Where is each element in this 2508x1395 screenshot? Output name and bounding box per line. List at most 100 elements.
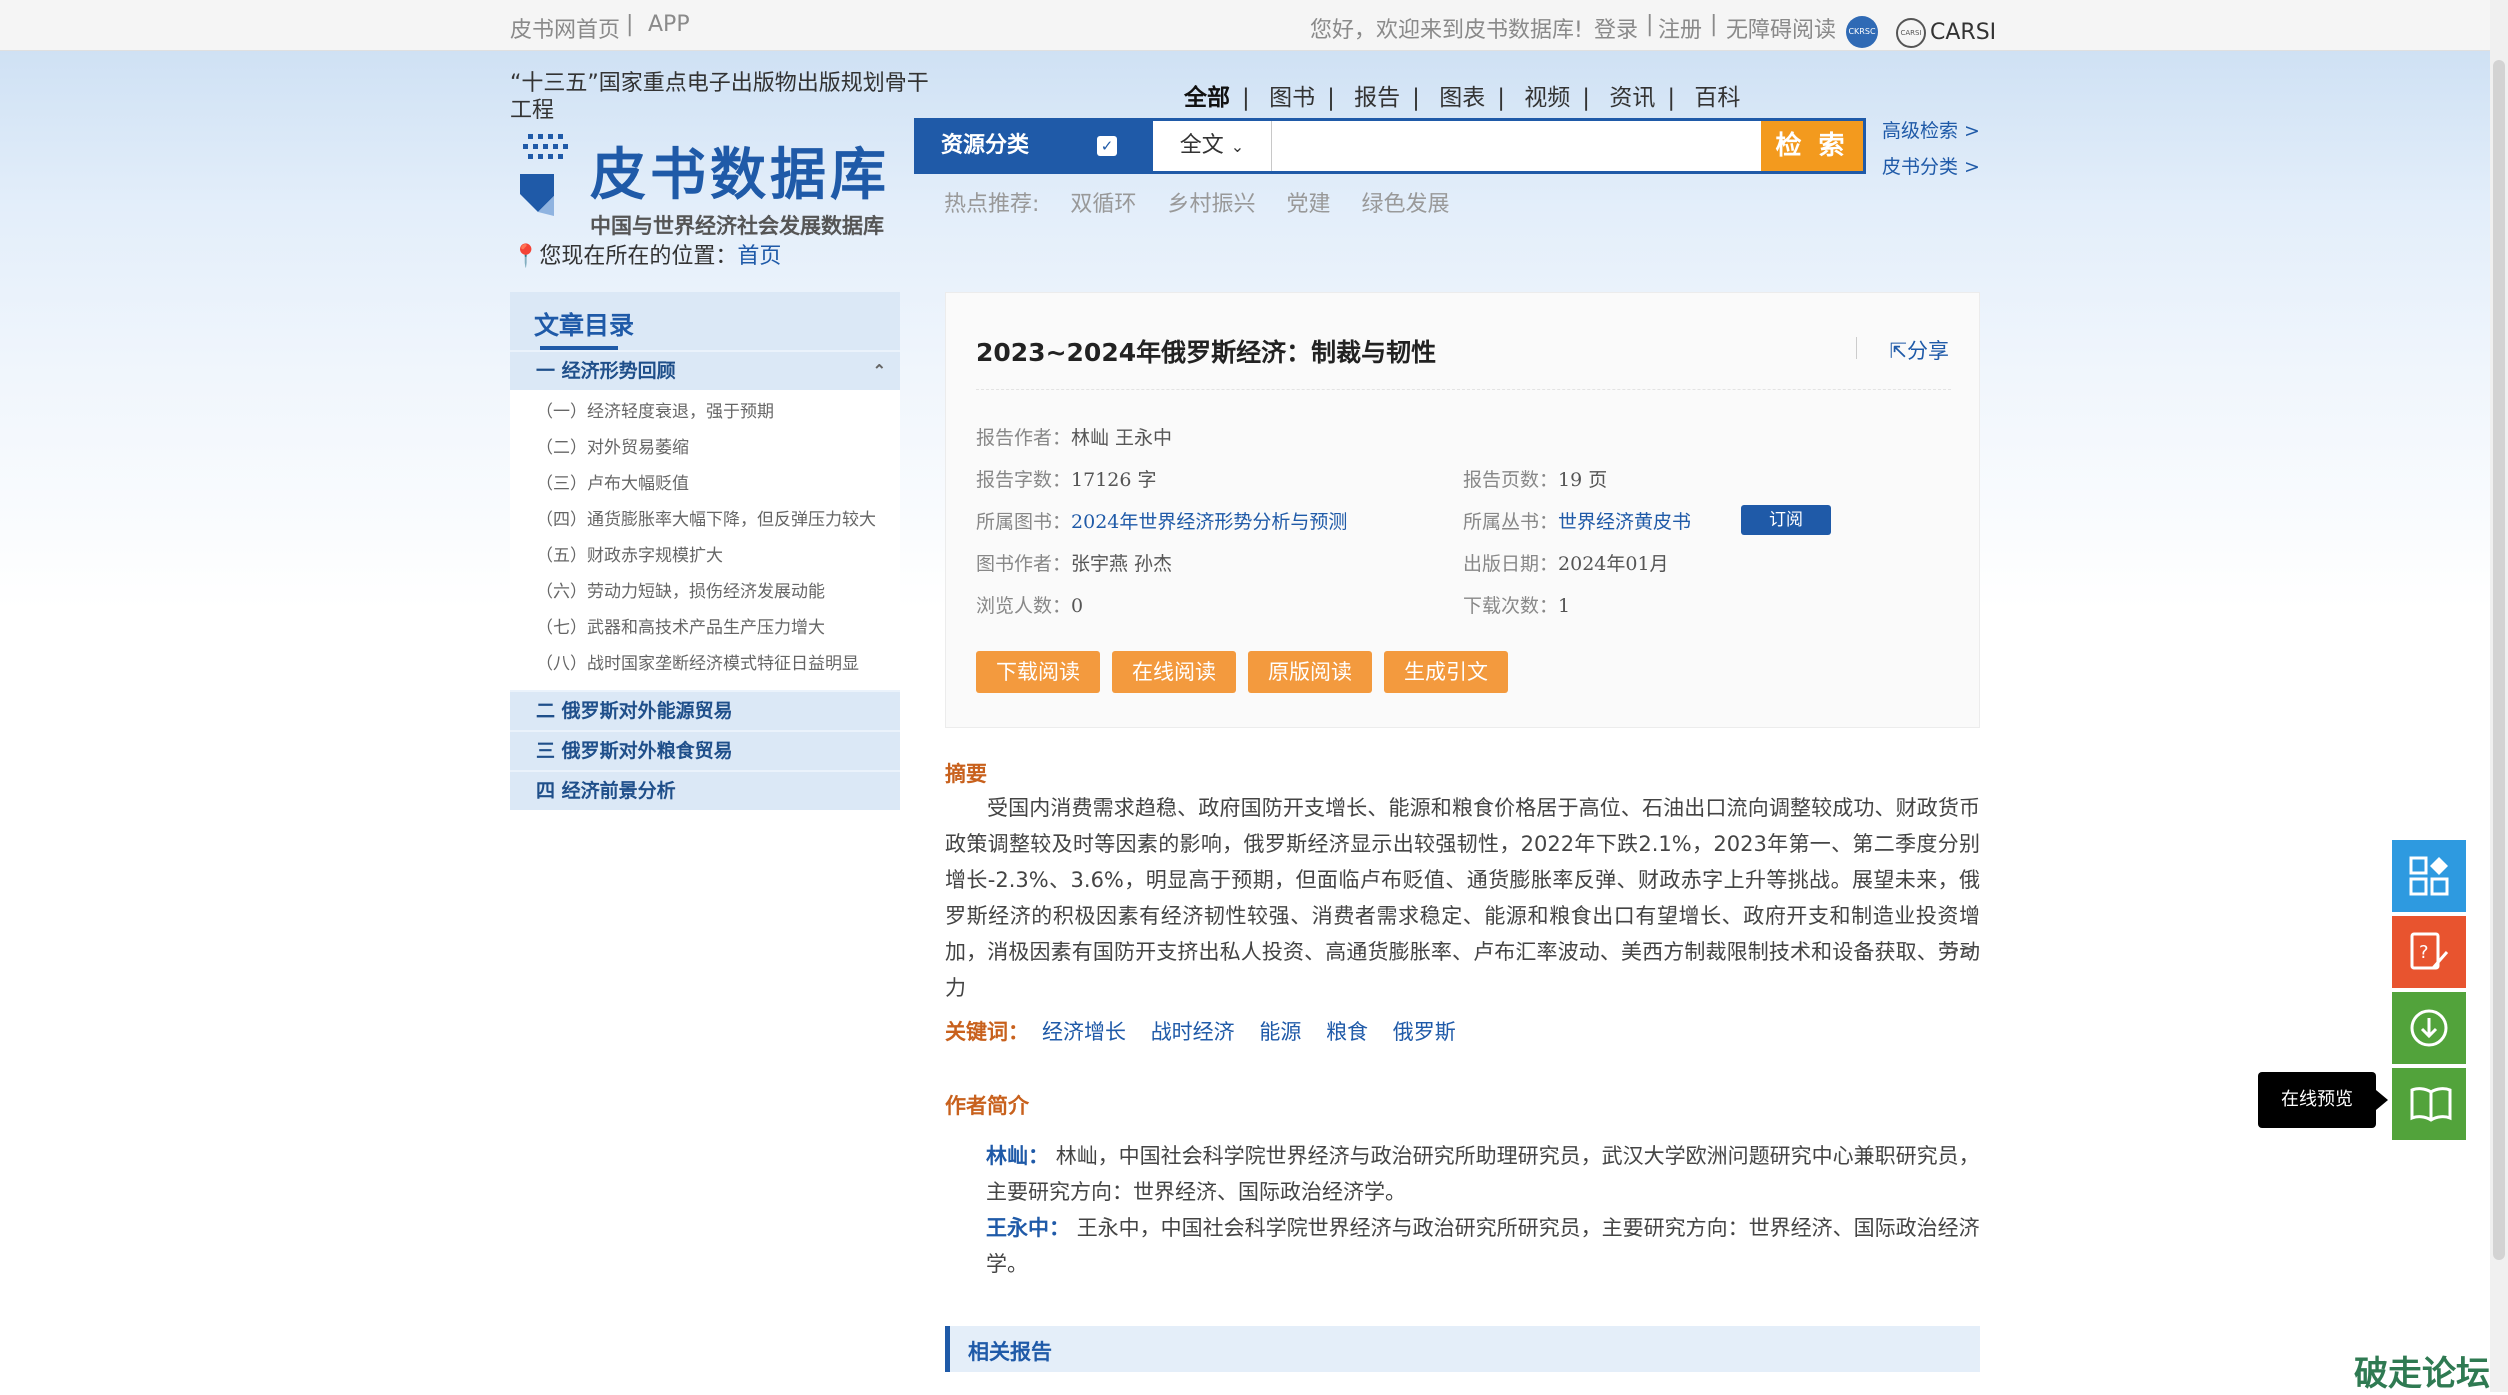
grid-tool-button[interactable]: [2392, 840, 2466, 912]
share-button[interactable]: ⇱分享: [1889, 335, 1949, 365]
toc-item[interactable]: （五）财政赤字规模扩大: [536, 538, 876, 574]
login-link[interactable]: 登录: [1594, 12, 1638, 44]
related-reports-header: 相关报告: [945, 1326, 1980, 1372]
tab-books[interactable]: 图书: [1269, 85, 1315, 111]
toc-section-2[interactable]: 二 俄罗斯对外能源贸易: [510, 692, 900, 730]
meta-label: 图书作者：: [976, 553, 1072, 575]
toc-item[interactable]: （七）武器和高技术产品生产压力增大: [536, 610, 876, 646]
hot-item[interactable]: 党建: [1286, 192, 1330, 217]
toc-section-3[interactable]: 三 俄罗斯对外粮食贸易: [510, 732, 900, 770]
download-read-button[interactable]: 下载阅读: [976, 651, 1100, 693]
register-link[interactable]: 注册: [1658, 12, 1702, 44]
divider: |: [626, 12, 634, 37]
author-name[interactable]: 林屾：: [986, 1144, 1049, 1168]
tab-reports[interactable]: 报告: [1354, 85, 1400, 111]
chevron-down-icon: ⌄: [1230, 137, 1245, 156]
top-bar: 皮书网首页 | APP 您好，欢迎来到皮书数据库! 登录 | 注册 | 无障碍阅…: [0, 0, 2490, 51]
report-card: 2023~2024年俄罗斯经济：制裁与韧性 ⇱分享 报告作者：林屾 王永中 报告…: [945, 292, 1980, 728]
book-icon: [2410, 1087, 2452, 1122]
site-logo[interactable]: 皮书数据库 中国与世界经济社会发展数据库: [514, 130, 904, 250]
breadcrumb-home-link[interactable]: 首页: [737, 244, 781, 269]
share-icon: ⇱: [1889, 339, 1907, 363]
chevron-up-icon[interactable]: ⌃: [873, 352, 886, 390]
breadcrumb-label: 您现在所在的位置：: [539, 244, 738, 269]
series-link[interactable]: 世界经济黄皮书: [1558, 511, 1691, 533]
meta-value: 2024年01月: [1558, 553, 1669, 575]
hot-item[interactable]: 双循环: [1070, 192, 1136, 217]
watermark: 破走论坛: [2354, 1354, 2490, 1394]
keyword-link[interactable]: 粮食: [1326, 1020, 1368, 1044]
toc-section-1[interactable]: 一 经济形势回顾 ⌃: [510, 352, 900, 390]
meta-label: 所属图书：: [976, 511, 1072, 533]
toc-item[interactable]: （二）对外贸易萎缩: [536, 430, 876, 466]
toc-title-underline: [540, 346, 618, 350]
keywords-heading: 关键词：: [945, 1020, 1029, 1044]
author-name[interactable]: 王永中：: [986, 1216, 1070, 1240]
home-link[interactable]: 皮书网首页: [510, 12, 620, 44]
chinese-academic-logo-icon[interactable]: CKRSC: [1846, 16, 1878, 48]
toc-section-4[interactable]: 四 经济前景分析: [510, 772, 900, 810]
feedback-tool-button[interactable]: ?: [2392, 916, 2466, 988]
breadcrumb: 📍您现在所在的位置：首页: [512, 238, 781, 270]
tab-encyclopedia[interactable]: 百科: [1694, 85, 1740, 111]
subscribe-button[interactable]: 订阅: [1741, 505, 1831, 535]
authors-heading: 作者简介: [945, 1094, 1029, 1118]
search-input[interactable]: [1277, 125, 1751, 169]
hot-item[interactable]: 绿色发展: [1361, 192, 1449, 217]
keyword-link[interactable]: 俄罗斯: [1393, 1020, 1456, 1044]
tab-videos[interactable]: 视频: [1524, 85, 1570, 111]
hot-item[interactable]: 乡村振兴: [1167, 192, 1255, 217]
carsi-link[interactable]: CARSI: [1930, 20, 1996, 45]
divider: |: [1646, 12, 1654, 37]
download-tool-button[interactable]: [2392, 992, 2466, 1064]
share-label: 分享: [1907, 339, 1949, 363]
search-button[interactable]: 检 索: [1761, 121, 1863, 171]
help-edit-icon: ?: [2410, 932, 2449, 970]
book-classification-link[interactable]: 皮书分类 >: [1882, 152, 1980, 179]
tab-news[interactable]: 资讯: [1609, 85, 1655, 111]
app-link[interactable]: APP: [648, 12, 690, 37]
toc-item[interactable]: （三）卢布大幅贬值: [536, 466, 876, 502]
author-bio: 林屾： 林屾，中国社会科学院世界经济与政治研究所助理研究员，武汉大学欧洲问题研究…: [986, 1138, 1980, 1210]
brand-title: 皮书数据库: [590, 142, 890, 208]
scrollbar[interactable]: [2490, 0, 2508, 1392]
toc-section-label: 四 经济前景分析: [536, 780, 676, 802]
meta-value: 林屾 王永中: [1071, 427, 1173, 449]
scrollbar-thumb[interactable]: [2493, 60, 2505, 1260]
toc-item[interactable]: （四）通货膨胀率大幅下降，但反弹压力较大: [536, 502, 876, 538]
toc-item[interactable]: （六）劳动力短缺，损伤经济发展动能: [536, 574, 876, 610]
online-preview-tool-button[interactable]: [2392, 1068, 2466, 1140]
divider: [1856, 337, 1857, 359]
divider: [976, 389, 1951, 390]
category-tabs: 全部 | 图书 | 报告 | 图表 | 视频 | 资讯 | 百科: [1184, 78, 1740, 112]
original-read-button[interactable]: 原版阅读: [1248, 651, 1372, 693]
article-toc: 文章目录 一 经济形势回顾 ⌃ （一）经济轻度衰退，强于预期 （二）对外贸易萎缩…: [510, 292, 900, 810]
meta-label: 下载次数：: [1463, 595, 1559, 617]
toc-item[interactable]: （一）经济轻度衰退，强于预期: [536, 394, 876, 430]
keyword-link[interactable]: 能源: [1259, 1020, 1301, 1044]
toc-section-label: 二 俄罗斯对外能源贸易: [536, 700, 733, 722]
advanced-search-link[interactable]: 高级检索 >: [1882, 116, 1980, 143]
accessible-reading-link[interactable]: 无障碍阅读: [1726, 12, 1836, 44]
scope-value: 全文: [1179, 133, 1224, 158]
online-read-button[interactable]: 在线阅读: [1112, 651, 1236, 693]
toc-header: 文章目录: [510, 292, 900, 350]
resource-category-dropdown[interactable]: 资源分类 ✓: [917, 121, 1153, 171]
checkbox-icon[interactable]: ✓: [1097, 136, 1117, 156]
generate-citation-button[interactable]: 生成引文: [1384, 651, 1508, 693]
keyword-link[interactable]: 经济增长: [1042, 1020, 1126, 1044]
toc-section-label: 三 俄罗斯对外粮食贸易: [536, 740, 733, 762]
scope-select[interactable]: 全文 ⌄: [1153, 121, 1272, 171]
meta-value: 17126 字: [1071, 469, 1157, 491]
carsi-logo-icon[interactable]: CARSI: [1896, 18, 1926, 48]
abstract-more-link[interactable]: >>: [1944, 939, 1976, 961]
meta-label: 报告字数：: [976, 469, 1072, 491]
tab-all[interactable]: 全部: [1184, 85, 1230, 111]
toc-item[interactable]: （八）战时国家垄断经济模式特征日益明显: [536, 646, 876, 682]
meta-pages: 报告页数：19 页: [1463, 465, 1607, 492]
tab-charts[interactable]: 图表: [1439, 85, 1485, 111]
keyword-link[interactable]: 战时经济: [1151, 1020, 1235, 1044]
keywords-list: 经济增长 战时经济 能源 粮食 俄罗斯: [1042, 1016, 1474, 1046]
book-link[interactable]: 2024年世界经济形势分析与预测: [1071, 511, 1347, 533]
brand-subtitle: 中国与世界经济社会发展数据库: [590, 214, 884, 238]
